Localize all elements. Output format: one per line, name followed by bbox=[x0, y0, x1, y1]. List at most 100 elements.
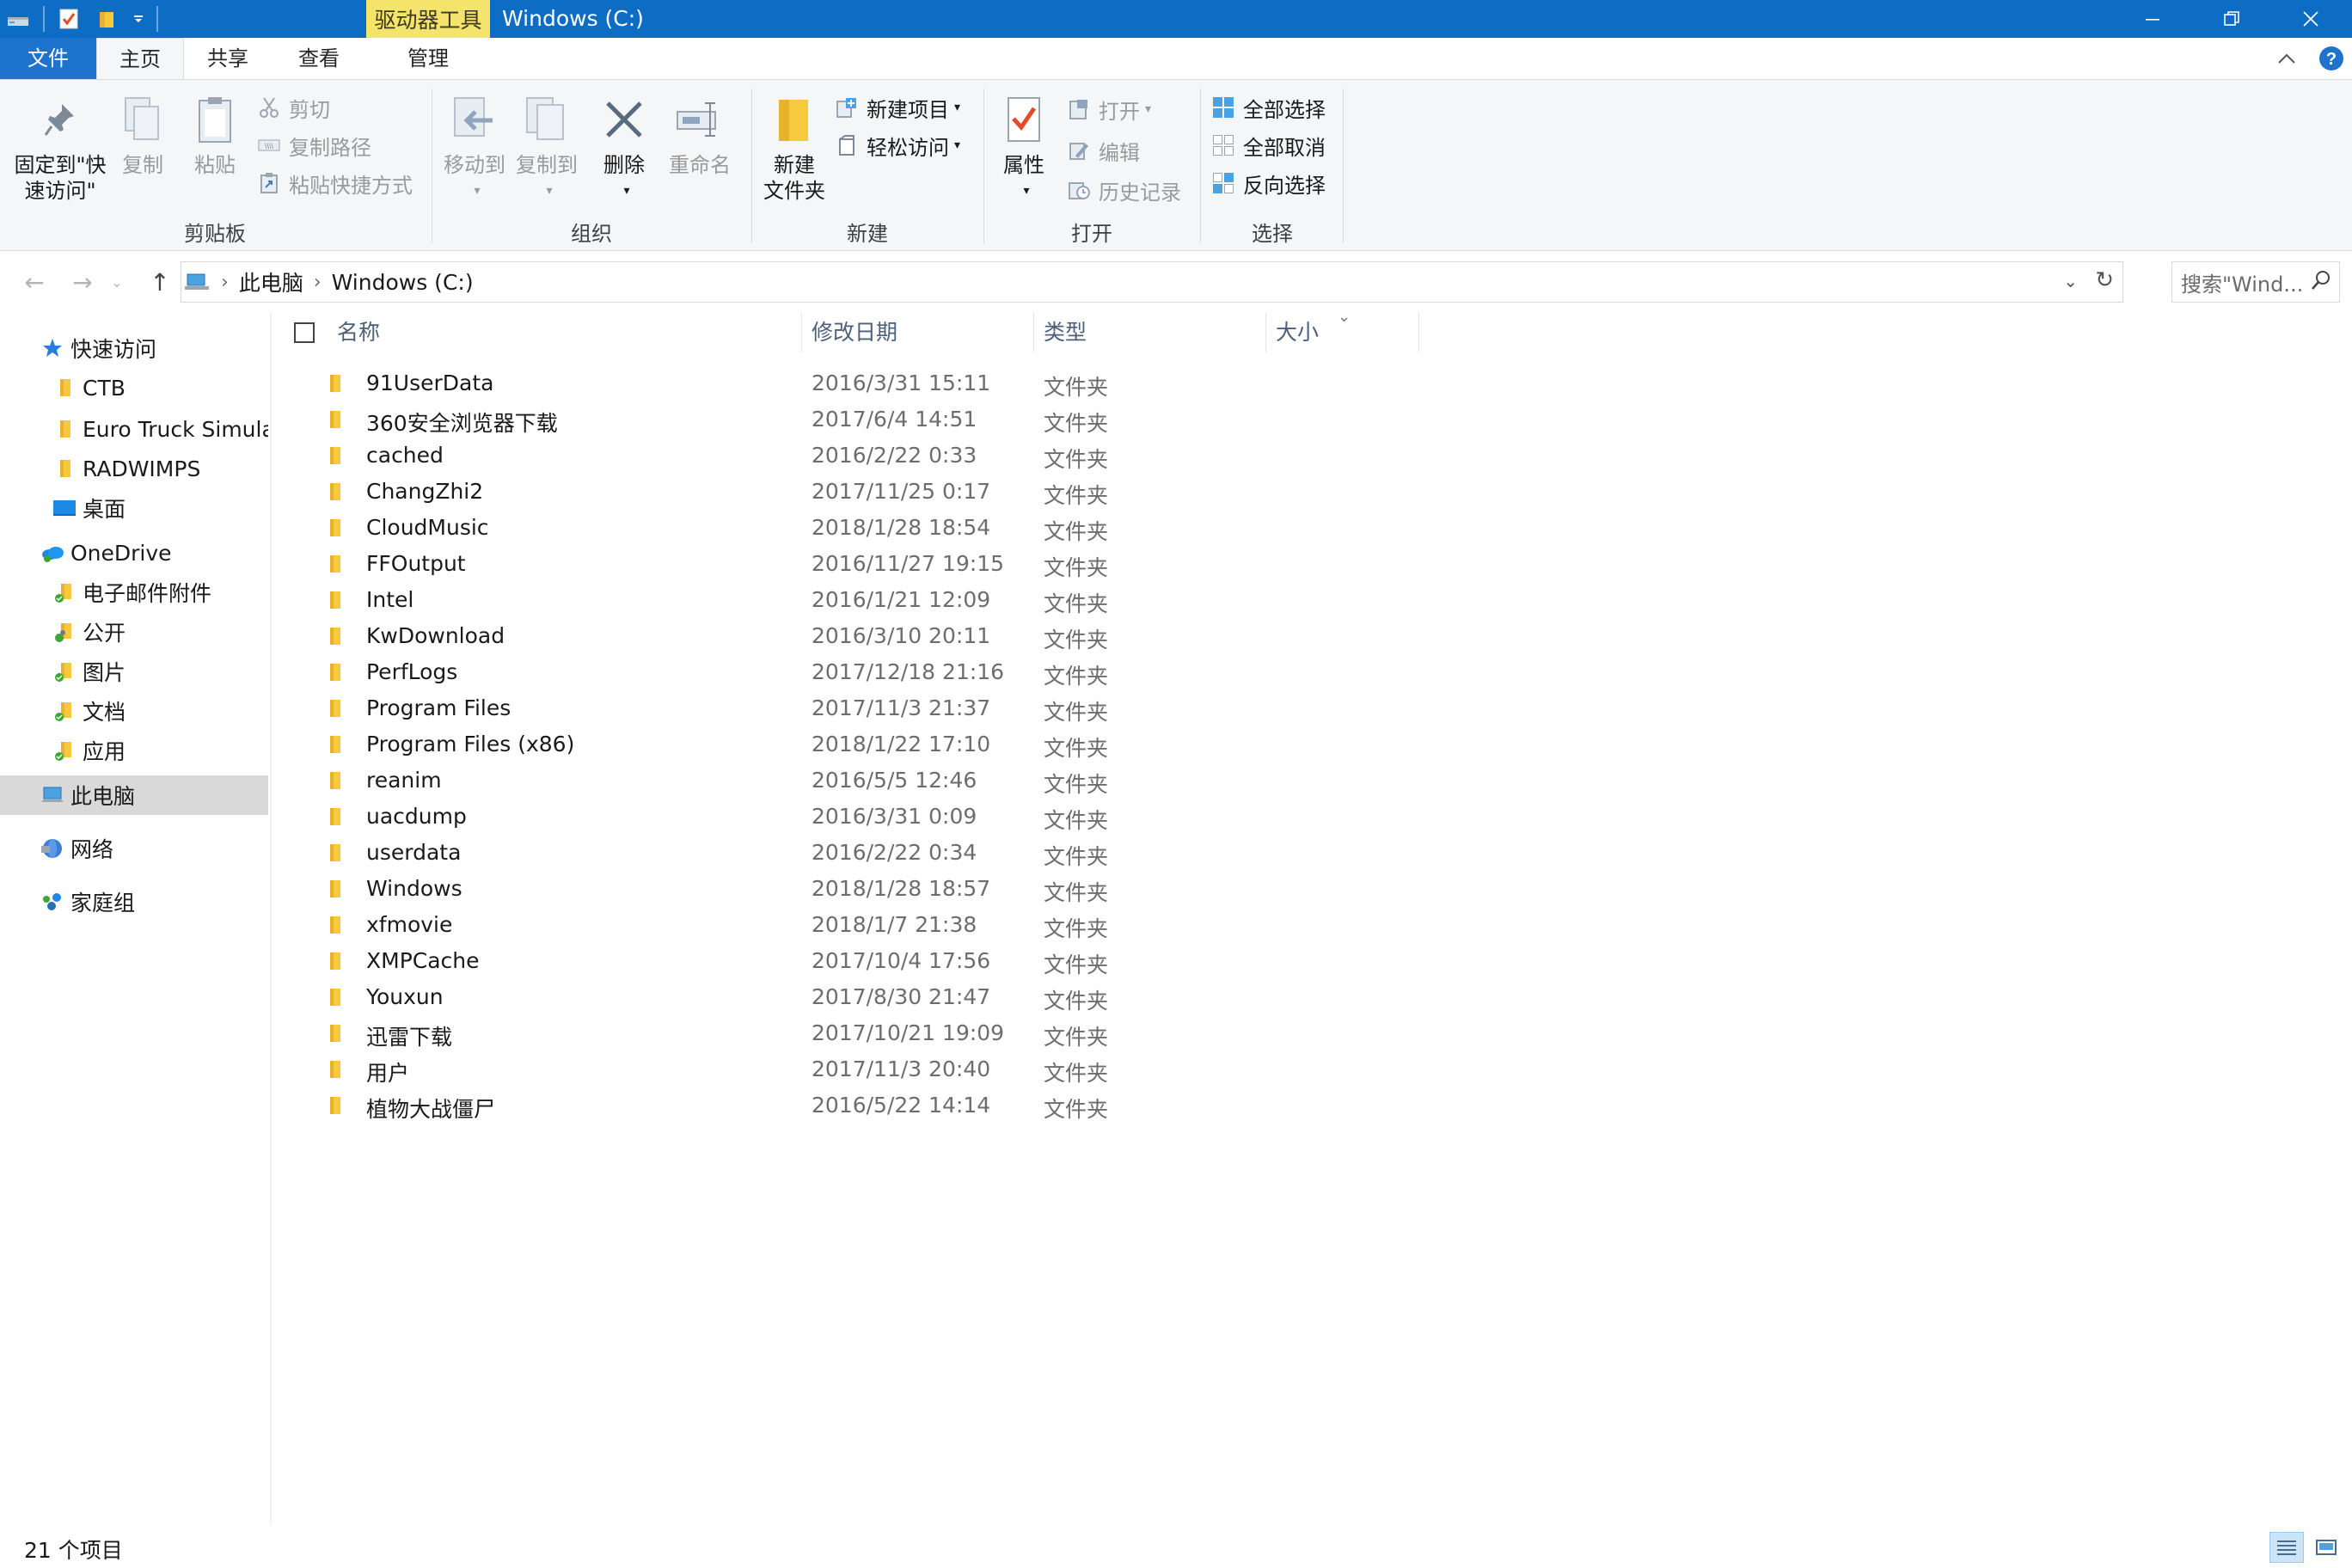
move-to-label: 移动到 bbox=[444, 153, 505, 177]
delete-button[interactable]: 删除 ▾ bbox=[593, 90, 655, 204]
back-button[interactable]: ← bbox=[15, 263, 53, 301]
file-row[interactable]: userdata 2016/2/22 0:34 文件夹 bbox=[323, 836, 1441, 872]
nav-item[interactable]: 图片 bbox=[0, 652, 268, 691]
copy-to-button[interactable]: 复制到 ▾ bbox=[511, 90, 583, 204]
nav-item[interactable]: 桌面 bbox=[0, 488, 268, 528]
tab-manage[interactable]: 管理 bbox=[366, 38, 490, 79]
search-box[interactable]: 搜索"Wind... bbox=[2171, 261, 2340, 303]
recent-locations-button[interactable]: ⌄ bbox=[105, 263, 129, 301]
file-row[interactable]: PerfLogs 2017/12/18 21:16 文件夹 bbox=[323, 655, 1441, 691]
properties-button[interactable]: 属性 ▾ bbox=[987, 90, 1061, 204]
new-item-button[interactable]: 新建项目 ▾ bbox=[834, 90, 960, 125]
file-row[interactable]: CloudMusic 2018/1/28 18:54 文件夹 bbox=[323, 511, 1441, 547]
file-row[interactable]: Program Files (x86) 2018/1/22 17:10 文件夹 bbox=[323, 727, 1441, 763]
select-all-checkbox[interactable] bbox=[294, 322, 315, 343]
address-bar[interactable]: › 此电脑 › Windows (C:) ⌄ ↻ bbox=[181, 261, 2123, 303]
column-divider[interactable] bbox=[1033, 313, 1034, 352]
breadcrumb-drive-c[interactable]: Windows (C:) bbox=[332, 270, 474, 295]
file-modified-date: 2017/11/25 0:17 bbox=[812, 479, 991, 504]
nav-item[interactable]: Euro Truck Simulat bbox=[0, 409, 268, 449]
refresh-icon[interactable]: ↻ bbox=[2095, 267, 2114, 293]
nav-item[interactable]: 此电脑 bbox=[0, 775, 268, 815]
help-button[interactable]: ? bbox=[2318, 45, 2345, 72]
column-name[interactable]: 名称 bbox=[337, 313, 380, 352]
tab-share[interactable]: 共享 bbox=[184, 38, 272, 79]
column-divider[interactable] bbox=[1418, 313, 1419, 352]
nav-item[interactable]: 公开 bbox=[0, 612, 268, 652]
file-type: 文件夹 bbox=[1044, 772, 1109, 797]
file-row[interactable]: ChangZhi2 2017/11/25 0:17 文件夹 bbox=[323, 475, 1441, 511]
breadcrumb-this-pc[interactable]: 此电脑 bbox=[239, 266, 303, 297]
close-button[interactable] bbox=[2271, 0, 2350, 38]
properties-check-icon[interactable] bbox=[50, 0, 88, 38]
copy-button[interactable]: 复制 bbox=[115, 90, 170, 178]
edit-button[interactable]: 编辑 bbox=[1066, 133, 1140, 168]
collapse-ribbon-button[interactable] bbox=[2273, 45, 2300, 72]
details-view-button[interactable] bbox=[2269, 1532, 2304, 1563]
nav-item-label: 应用 bbox=[83, 739, 126, 764]
paste-shortcut-button[interactable]: 粘贴快捷方式 bbox=[256, 166, 413, 200]
drive-icon[interactable] bbox=[0, 0, 38, 38]
file-row[interactable]: KwDownload 2016/3/10 20:11 文件夹 bbox=[323, 619, 1441, 655]
invert-selection-button[interactable]: 反向选择 bbox=[1210, 166, 1326, 200]
nav-item[interactable]: 文档 bbox=[0, 691, 268, 731]
column-modified[interactable]: 修改日期 bbox=[812, 313, 897, 352]
qat-customize-chevron-icon[interactable] bbox=[126, 0, 151, 38]
address-history-chevron-icon[interactable]: ⌄ bbox=[2063, 271, 2078, 291]
column-type[interactable]: 类型 bbox=[1044, 313, 1087, 352]
nav-item[interactable]: 快速访问 bbox=[0, 328, 268, 368]
file-row[interactable]: XMPCache 2017/10/4 17:56 文件夹 bbox=[323, 944, 1441, 980]
tab-file[interactable]: 文件 bbox=[0, 38, 96, 79]
nav-item[interactable]: 应用 bbox=[0, 731, 268, 770]
paste-button[interactable]: 粘贴 bbox=[187, 90, 242, 178]
file-row[interactable]: 迅雷下载 2017/10/21 19:09 文件夹 bbox=[323, 1016, 1441, 1052]
properties-label: 属性 bbox=[1003, 153, 1044, 177]
nav-item[interactable]: 家庭组 bbox=[0, 882, 268, 922]
file-row[interactable]: xfmovie 2018/1/7 21:38 文件夹 bbox=[323, 908, 1441, 944]
new-folder-icon[interactable] bbox=[88, 0, 126, 38]
nav-item[interactable]: 电子邮件附件 bbox=[0, 573, 268, 612]
column-size[interactable]: 大小 bbox=[1276, 313, 1319, 352]
nav-item[interactable]: OneDrive bbox=[0, 533, 268, 573]
file-name: reanim bbox=[366, 768, 442, 793]
minimize-button[interactable] bbox=[2113, 0, 2192, 38]
file-row[interactable]: reanim 2016/5/5 12:46 文件夹 bbox=[323, 763, 1441, 799]
cut-button[interactable]: 剪切 bbox=[256, 90, 330, 125]
file-type: 文件夹 bbox=[1044, 375, 1109, 400]
file-row[interactable]: 植物大战僵尸 2016/5/22 14:14 文件夹 bbox=[323, 1088, 1441, 1124]
large-icons-view-button[interactable] bbox=[2309, 1532, 2343, 1563]
file-row[interactable]: 用户 2017/11/3 20:40 文件夹 bbox=[323, 1052, 1441, 1088]
move-to-button[interactable]: 移动到 ▾ bbox=[438, 90, 511, 204]
tab-view[interactable]: 查看 bbox=[272, 38, 366, 79]
file-row[interactable]: Intel 2016/1/21 12:09 文件夹 bbox=[323, 583, 1441, 619]
nav-item[interactable]: RADWIMPS bbox=[0, 449, 268, 488]
file-row[interactable]: 360安全浏览器下载 2017/6/4 14:51 文件夹 bbox=[323, 402, 1441, 438]
forward-button[interactable]: → bbox=[64, 263, 101, 301]
column-divider[interactable] bbox=[1265, 313, 1266, 352]
select-all-button[interactable]: 全部选择 bbox=[1210, 90, 1326, 125]
nav-item[interactable]: 网络 bbox=[0, 829, 268, 868]
tab-home[interactable]: 主页 bbox=[96, 38, 184, 80]
up-button[interactable]: ↑ bbox=[141, 263, 179, 301]
copy-path-button[interactable]: \\\\ 复制路径 bbox=[256, 128, 371, 162]
select-none-button[interactable]: 全部取消 bbox=[1210, 128, 1326, 162]
file-row[interactable]: Windows 2018/1/28 18:57 文件夹 bbox=[323, 872, 1441, 908]
rename-button[interactable]: 重命名 bbox=[660, 90, 739, 178]
open-button[interactable]: 打开 ▾ bbox=[1066, 92, 1151, 126]
file-type: 文件夹 bbox=[1044, 1061, 1109, 1086]
file-row[interactable]: FFOutput 2016/11/27 19:15 文件夹 bbox=[323, 547, 1441, 583]
pin-quick-access-button[interactable]: 固定到"快 速访问" bbox=[10, 90, 110, 204]
file-row[interactable]: Program Files 2017/11/3 21:37 文件夹 bbox=[323, 691, 1441, 727]
nav-item[interactable]: CTB bbox=[0, 368, 268, 407]
file-row[interactable]: cached 2016/2/22 0:33 文件夹 bbox=[323, 438, 1441, 475]
dropdown-caret-icon: ▾ bbox=[954, 138, 961, 152]
history-button[interactable]: 历史记录 bbox=[1066, 173, 1181, 207]
file-type: 文件夹 bbox=[1044, 880, 1109, 905]
restore-button[interactable] bbox=[2192, 0, 2271, 38]
file-row[interactable]: Youxun 2017/8/30 21:47 文件夹 bbox=[323, 980, 1441, 1016]
new-folder-button[interactable]: 新建 文件夹 bbox=[756, 90, 832, 204]
file-row[interactable]: 91UserData 2016/3/31 15:11 文件夹 bbox=[323, 366, 1441, 402]
easy-access-button[interactable]: 轻松访问 ▾ bbox=[834, 128, 960, 162]
file-row[interactable]: uacdump 2016/3/31 0:09 文件夹 bbox=[323, 799, 1441, 836]
column-divider[interactable] bbox=[801, 313, 802, 352]
